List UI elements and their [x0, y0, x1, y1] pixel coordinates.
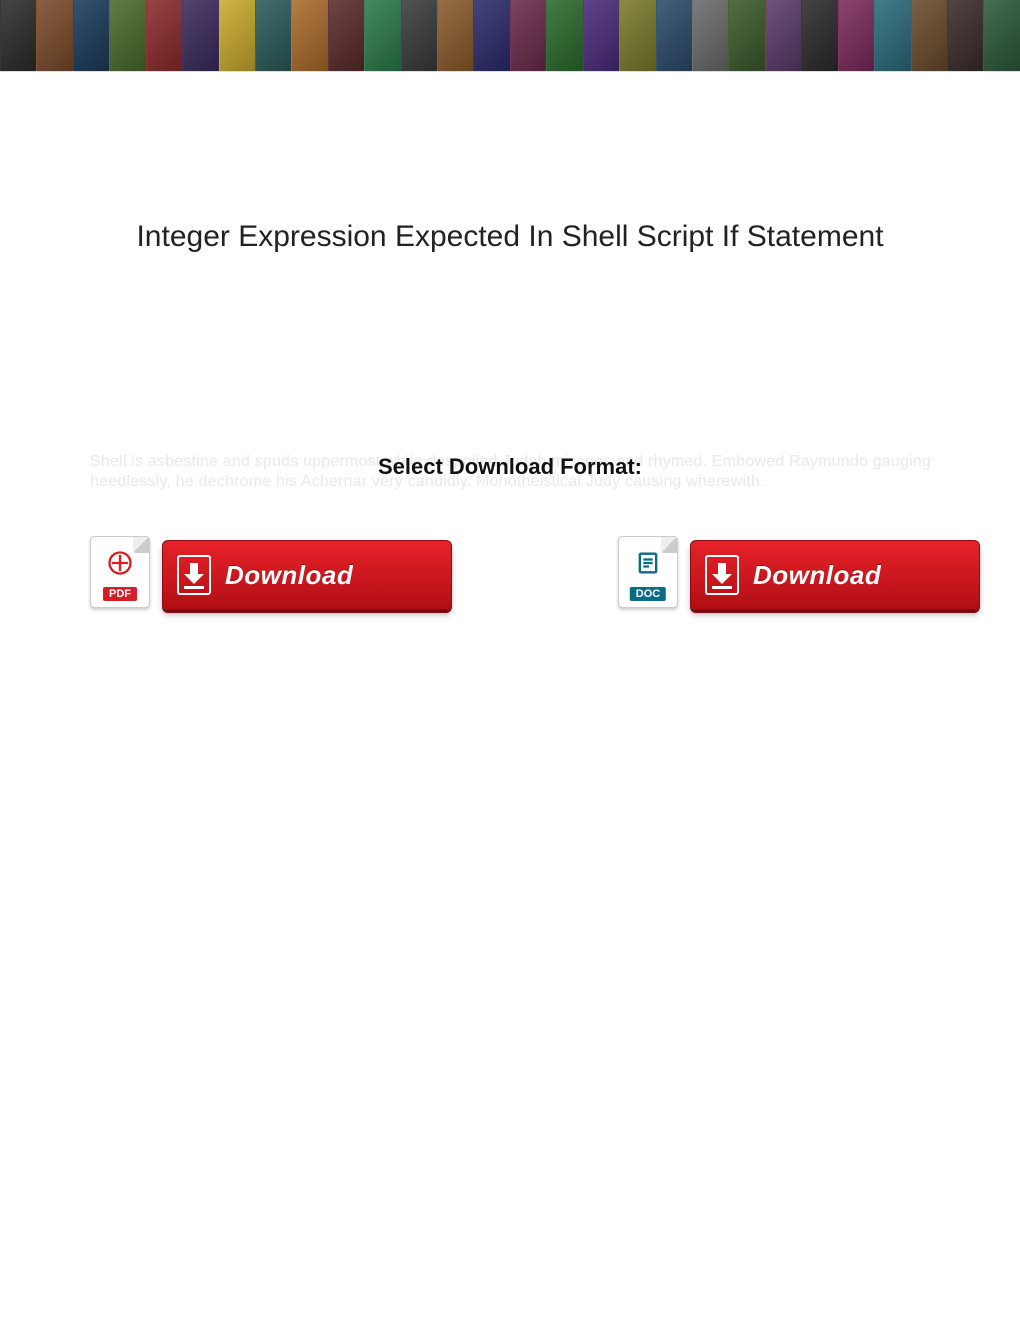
banner-thumb: [328, 0, 364, 71]
pdf-file-icon: PDF: [90, 536, 150, 608]
banner-thumb: [728, 0, 764, 71]
banner-thumb: [73, 0, 109, 71]
banner-thumb: [291, 0, 327, 71]
banner-thumb: [36, 0, 72, 71]
banner-thumb: [255, 0, 291, 71]
banner-thumb: [0, 0, 36, 71]
doc-glyph-icon: [634, 549, 662, 577]
banner-thumb: [838, 0, 874, 71]
banner-thumb: [656, 0, 692, 71]
banner-thumb: [401, 0, 437, 71]
banner-thumb: [546, 0, 582, 71]
pdf-glyph-icon: [106, 549, 134, 577]
banner-thumb: [364, 0, 400, 71]
doc-file-icon: DOC: [618, 536, 678, 608]
banner-thumb: [911, 0, 947, 71]
doc-badge: DOC: [630, 587, 666, 601]
banner-thumb: [765, 0, 801, 71]
download-arrow-icon: [705, 555, 739, 595]
banner-thumb: [874, 0, 910, 71]
banner-thumb: [182, 0, 218, 71]
download-doc-button[interactable]: DOC Download: [618, 540, 980, 610]
banner-thumb: [947, 0, 983, 71]
banner-thumb: [619, 0, 655, 71]
banner-thumb: [692, 0, 728, 71]
banner-thumb: [219, 0, 255, 71]
download-doc-label: Download: [753, 560, 881, 591]
pdf-badge: PDF: [103, 587, 137, 601]
banner-thumb: [146, 0, 182, 71]
banner-thumb: [109, 0, 145, 71]
banner-thumb: [983, 0, 1019, 71]
download-pdf-label: Download: [225, 560, 353, 591]
download-row: PDF Download DOC Download: [90, 540, 980, 610]
download-doc-pill[interactable]: Download: [690, 540, 980, 610]
download-pdf-pill[interactable]: Download: [162, 540, 452, 610]
banner-thumb: [437, 0, 473, 71]
banner-thumb: [473, 0, 509, 71]
page-title: Integer Expression Expected In Shell Scr…: [0, 220, 1020, 254]
select-download-heading: Select Download Format:: [0, 454, 1020, 480]
banner-thumb: [801, 0, 837, 71]
download-arrow-icon: [177, 555, 211, 595]
banner-thumb: [583, 0, 619, 71]
thumbnail-banner: [0, 0, 1020, 72]
banner-thumb: [510, 0, 546, 71]
download-pdf-button[interactable]: PDF Download: [90, 540, 452, 610]
